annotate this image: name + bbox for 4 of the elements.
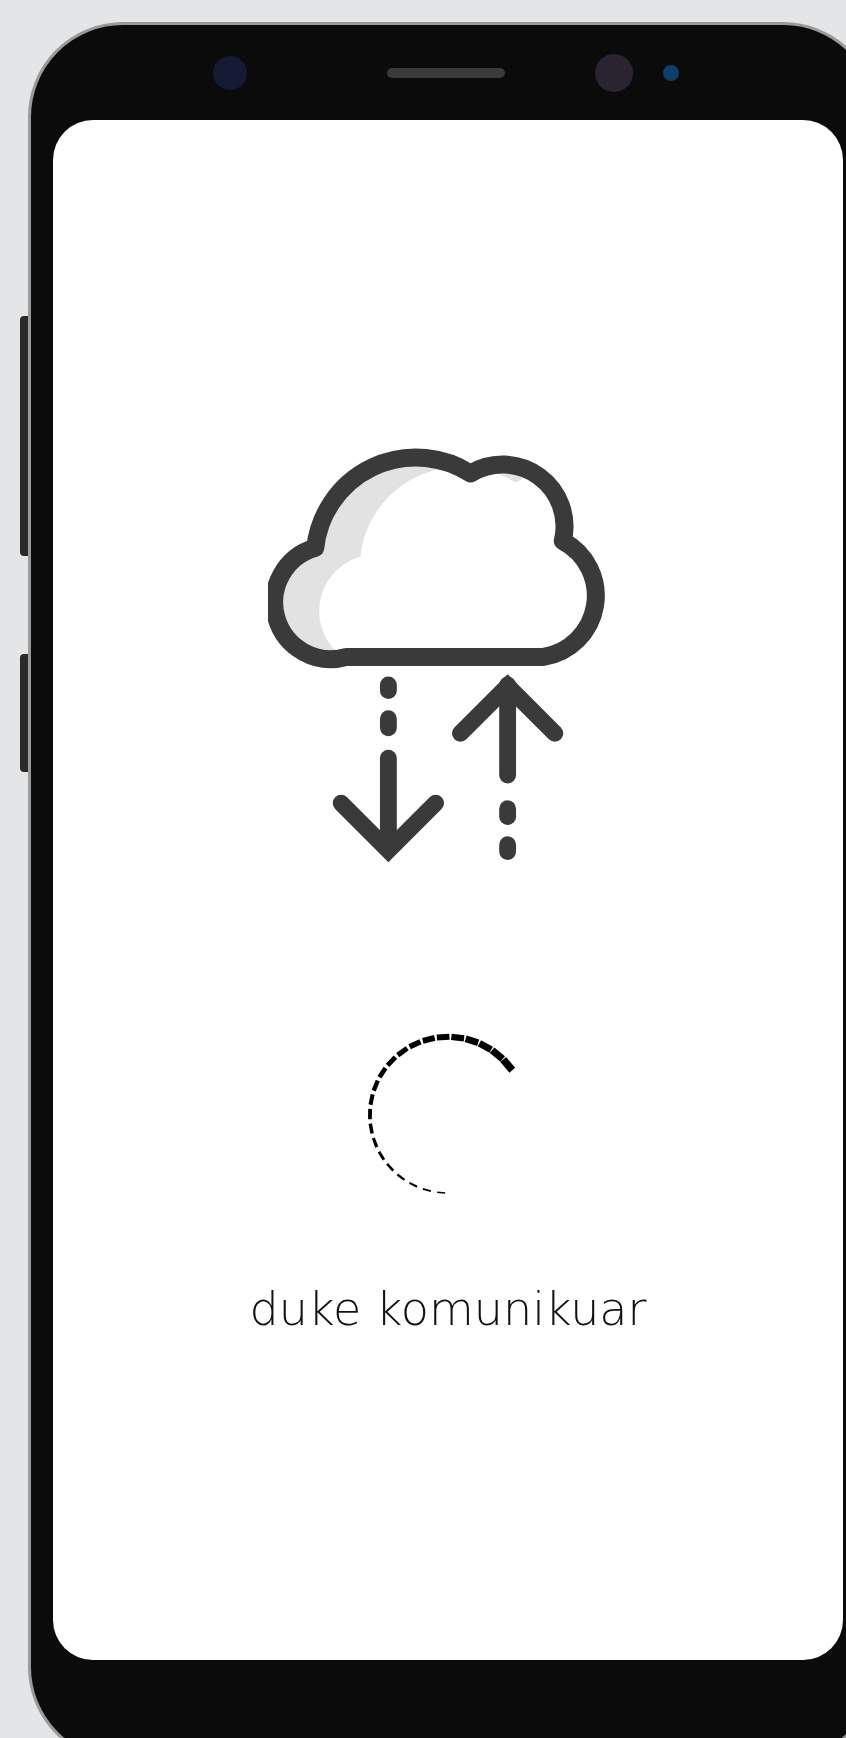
camera-icon [213, 55, 247, 90]
sensor-icon [595, 53, 633, 92]
status-text: duke komunikuar [249, 1281, 647, 1338]
sensor-icon [663, 64, 679, 81]
